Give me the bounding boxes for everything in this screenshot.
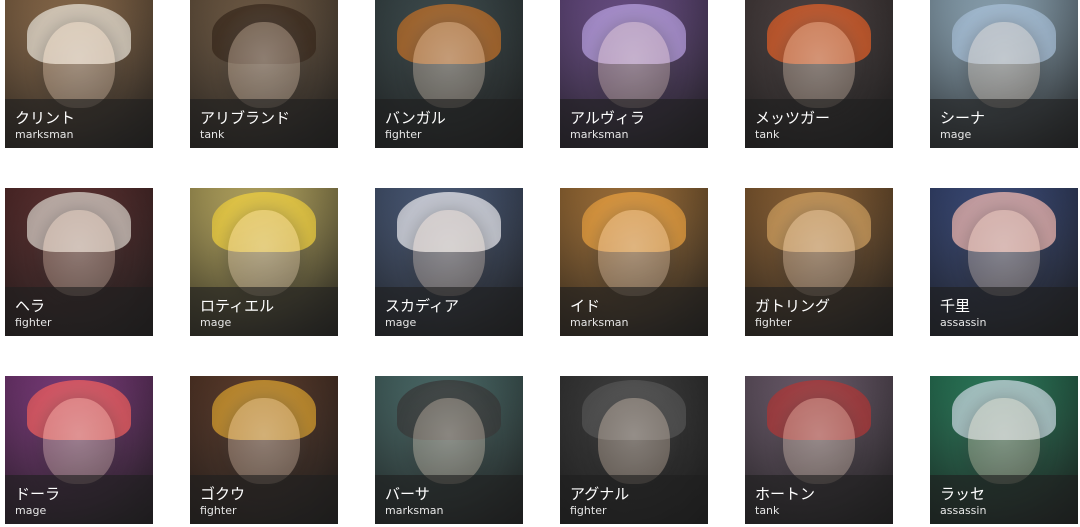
hero-card[interactable]: バーサ marksman bbox=[375, 376, 523, 524]
hero-role: mage bbox=[940, 128, 972, 141]
hero-role: mage bbox=[200, 316, 232, 329]
hero-card[interactable]: 千里 assassin bbox=[930, 188, 1078, 336]
hero-card[interactable]: クリント marksman bbox=[5, 0, 153, 148]
hero-caption: アリブランド tank bbox=[190, 99, 338, 148]
hero-card[interactable]: アグナル fighter bbox=[560, 376, 708, 524]
hero-caption: スカディア mage bbox=[375, 287, 523, 336]
hero-name: イド bbox=[570, 297, 601, 315]
hero-name: クリント bbox=[15, 109, 76, 127]
hero-card[interactable]: アリブランド tank bbox=[190, 0, 338, 148]
hero-name: シーナ bbox=[940, 109, 986, 127]
hero-card[interactable]: アルヴィラ marksman bbox=[560, 0, 708, 148]
hero-card[interactable]: スカディア mage bbox=[375, 188, 523, 336]
hero-role: tank bbox=[200, 128, 225, 141]
hero-name: 千里 bbox=[940, 297, 971, 315]
hero-caption: シーナ mage bbox=[930, 99, 1078, 148]
hero-role: fighter bbox=[570, 504, 607, 517]
hero-role: marksman bbox=[570, 128, 629, 141]
hero-caption: バンガル fighter bbox=[375, 99, 523, 148]
hero-card[interactable]: シーナ mage bbox=[930, 0, 1078, 148]
hero-caption: ドーラ mage bbox=[5, 475, 153, 524]
hero-role: marksman bbox=[385, 504, 444, 517]
hero-caption: アルヴィラ marksman bbox=[560, 99, 708, 148]
hero-card[interactable]: ホートン tank bbox=[745, 376, 893, 524]
hero-caption: ガトリング fighter bbox=[745, 287, 893, 336]
hero-role: fighter bbox=[755, 316, 792, 329]
hero-caption: ゴクウ fighter bbox=[190, 475, 338, 524]
hero-role: fighter bbox=[200, 504, 237, 517]
hero-name: ロティエル bbox=[200, 297, 275, 315]
hero-caption: アグナル fighter bbox=[560, 475, 708, 524]
hero-role: assassin bbox=[940, 504, 987, 517]
hero-name: メッツガー bbox=[755, 109, 831, 127]
hero-card[interactable]: イド marksman bbox=[560, 188, 708, 336]
hero-name: ガトリング bbox=[755, 297, 831, 315]
hero-caption: ヘラ fighter bbox=[5, 287, 153, 336]
hero-caption: メッツガー tank bbox=[745, 99, 893, 148]
hero-role: marksman bbox=[570, 316, 629, 329]
hero-role: fighter bbox=[385, 128, 422, 141]
hero-name: アリブランド bbox=[200, 109, 291, 127]
hero-role: marksman bbox=[15, 128, 74, 141]
hero-role: mage bbox=[15, 504, 47, 517]
hero-card[interactable]: ゴクウ fighter bbox=[190, 376, 338, 524]
hero-name: ラッセ bbox=[940, 485, 986, 503]
hero-role: assassin bbox=[940, 316, 987, 329]
hero-caption: クリント marksman bbox=[5, 99, 153, 148]
hero-name: アルヴィラ bbox=[570, 109, 645, 127]
hero-name: ゴクウ bbox=[200, 485, 246, 503]
hero-card[interactable]: ガトリング fighter bbox=[745, 188, 893, 336]
hero-role: tank bbox=[755, 504, 780, 517]
hero-name: ドーラ bbox=[15, 485, 61, 503]
hero-name: ホートン bbox=[755, 485, 816, 503]
hero-caption: バーサ marksman bbox=[375, 475, 523, 524]
hero-name: スカディア bbox=[385, 297, 459, 315]
hero-caption: ラッセ assassin bbox=[930, 475, 1078, 524]
hero-card[interactable]: ラッセ assassin bbox=[930, 376, 1078, 524]
hero-caption: ホートン tank bbox=[745, 475, 893, 524]
hero-name: アグナル bbox=[570, 485, 630, 503]
hero-card[interactable]: メッツガー tank bbox=[745, 0, 893, 148]
hero-name: バンガル bbox=[385, 109, 446, 127]
hero-caption: 千里 assassin bbox=[930, 287, 1078, 336]
hero-role: mage bbox=[385, 316, 417, 329]
hero-grid: クリント marksman アリブランド tank バンガル fighter ア… bbox=[0, 0, 1080, 527]
hero-card[interactable]: ヘラ fighter bbox=[5, 188, 153, 336]
hero-name: バーサ bbox=[385, 485, 430, 503]
hero-name: ヘラ bbox=[15, 297, 46, 315]
hero-role: tank bbox=[755, 128, 780, 141]
hero-card[interactable]: ロティエル mage bbox=[190, 188, 338, 336]
hero-role: fighter bbox=[15, 316, 52, 329]
hero-caption: イド marksman bbox=[560, 287, 708, 336]
hero-card[interactable]: バンガル fighter bbox=[375, 0, 523, 148]
hero-card[interactable]: ドーラ mage bbox=[5, 376, 153, 524]
hero-caption: ロティエル mage bbox=[190, 287, 338, 336]
